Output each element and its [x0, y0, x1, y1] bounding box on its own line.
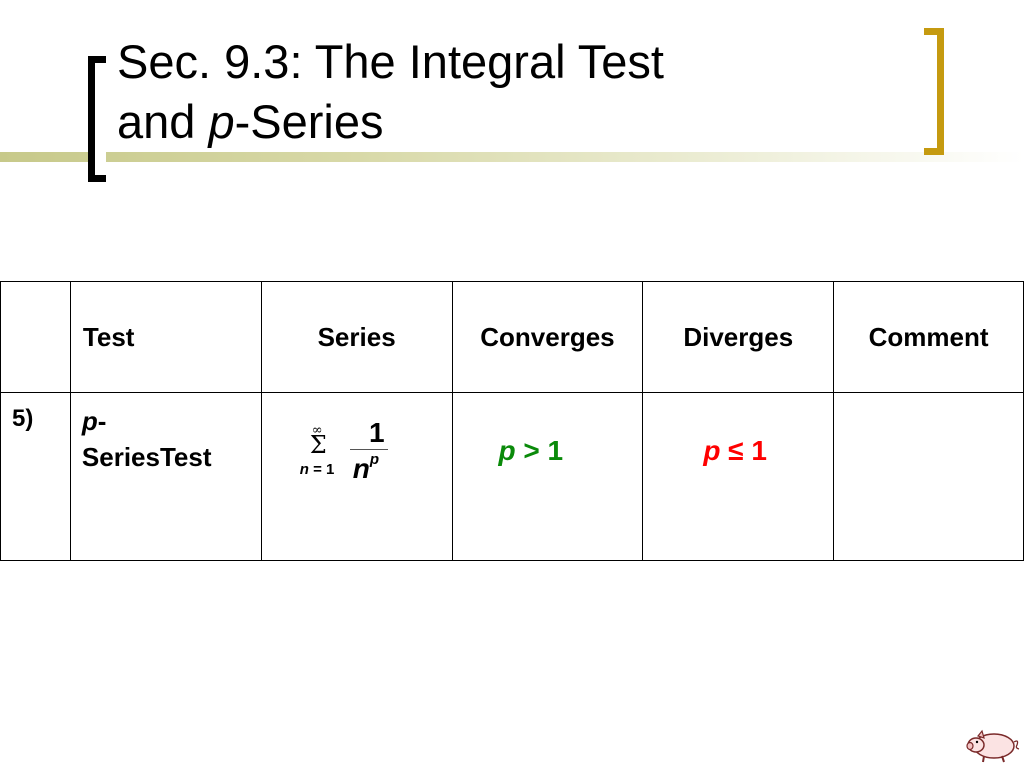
table-row: 5) p- SeriesTest ∞ Σ n = 1 1 np p > 1 p … [0, 392, 1024, 561]
denominator-exponent: p [369, 451, 380, 468]
fraction-numerator: 1 [368, 417, 385, 448]
fraction-bar [349, 449, 388, 450]
title-line-1: Sec. 9.3: The Integral Test [117, 35, 664, 88]
title-p-italic: p [208, 95, 235, 148]
pig-icon [966, 729, 1020, 763]
diverges-var: p [703, 435, 721, 466]
header-comment: Comment [833, 281, 1024, 393]
header-diverges: Diverges [642, 281, 835, 393]
slide-title: Sec. 9.3: The Integral Test and p-Series [117, 32, 664, 152]
test-name-cell: p- SeriesTest [69, 392, 262, 561]
comment-cell [833, 392, 1024, 561]
test-name-dash: - [97, 406, 107, 436]
left-bracket-decoration [88, 56, 106, 182]
diverges-cell: p ≤ 1 [642, 392, 835, 561]
denominator-base: n [352, 453, 370, 484]
header-test: Test [69, 281, 262, 393]
converges-cell: p > 1 [451, 392, 644, 561]
tests-table: Test Series Converges Diverges Comment 5… [0, 281, 1024, 561]
diverges-rest: ≤ 1 [720, 435, 767, 466]
series-cell: ∞ Σ n = 1 1 np [260, 392, 453, 561]
lower-limit: n = 1 [300, 461, 335, 478]
title-accent-line [0, 152, 1024, 162]
header-blank [0, 281, 71, 393]
test-name-p: p [81, 406, 98, 436]
test-name: p- SeriesTest [71, 393, 261, 475]
table-header-row: Test Series Converges Diverges Comment [0, 281, 1024, 393]
test-name-rest: SeriesTest [81, 442, 212, 472]
diverges-condition: p ≤ 1 [703, 435, 767, 467]
header-series: Series [260, 281, 453, 393]
series-formula: ∞ Σ n = 1 1 np [300, 415, 400, 495]
converges-rest: > 1 [515, 435, 564, 466]
converges-condition: p > 1 [499, 435, 564, 467]
title-line-2-suffix: -Series [234, 95, 384, 148]
converges-var: p [498, 435, 516, 466]
index-start: = 1 [308, 461, 335, 478]
title-line-2: and p-Series [117, 92, 664, 152]
fraction-denominator: np [352, 451, 380, 485]
right-bracket-decoration [924, 28, 944, 155]
title-line-2-prefix: and [117, 95, 209, 148]
header-converges: Converges [451, 281, 644, 393]
row-number-cell: 5) [0, 392, 71, 561]
row-number: 5) [12, 405, 34, 432]
index-variable: n [299, 461, 309, 478]
sigma-symbol: Σ [309, 431, 327, 459]
